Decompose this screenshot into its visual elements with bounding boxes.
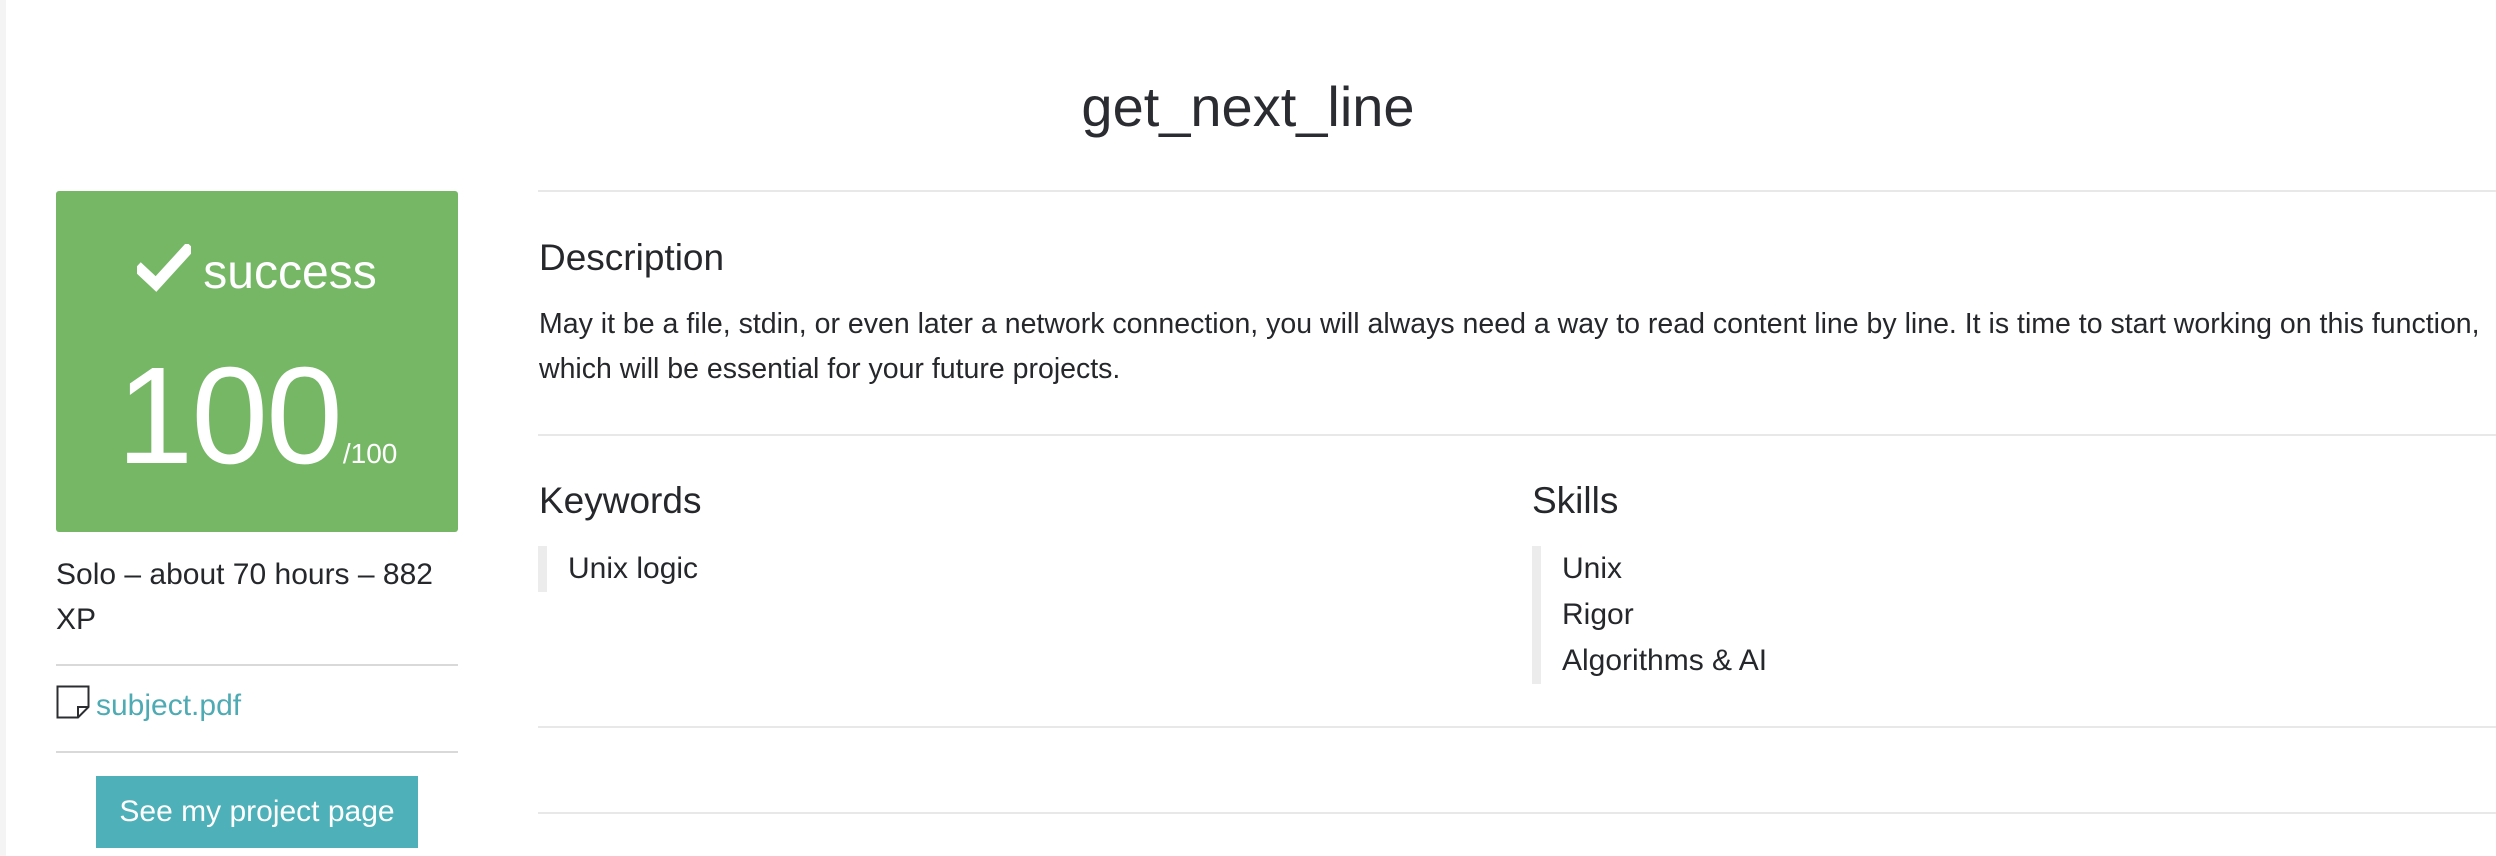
see-project-page-button[interactable]: See my project page: [96, 776, 418, 848]
skills-list: Unix Rigor Algorithms & AI: [1532, 546, 1767, 684]
document-icon: [56, 685, 90, 719]
score-display: 100/100: [56, 341, 458, 491]
divider: [538, 726, 2496, 728]
project-meta: Solo – about 70 hours – 882 XP: [56, 558, 433, 636]
keyword-item: Unix logic: [568, 552, 699, 585]
score-value: 100: [116, 339, 343, 493]
skill-item: Algorithms & AI: [1562, 644, 1768, 677]
score-card: success 100/100: [56, 191, 458, 532]
skill-item: Rigor: [1562, 598, 1634, 631]
score-max: /100: [342, 438, 398, 469]
subject-pdf-link[interactable]: subject.pdf: [96, 689, 241, 723]
skill-item: Unix: [1562, 552, 1623, 585]
divider: [538, 812, 2496, 814]
skills-heading: Skills: [1532, 480, 1619, 521]
page-title: get_next_line: [1081, 75, 1415, 138]
description-text: May it be a file, stdin, or even later a…: [539, 308, 2480, 385]
keywords-list: Unix logic: [538, 546, 698, 592]
divider: [56, 664, 458, 666]
checkmark-icon: [137, 244, 192, 292]
divider: [56, 751, 458, 753]
description-heading: Description: [539, 237, 725, 278]
keywords-heading: Keywords: [539, 480, 702, 521]
status-label: success: [203, 246, 377, 299]
subject-row: subject.pdf: [56, 685, 241, 726]
divider: [538, 434, 2496, 436]
divider: [538, 190, 2496, 192]
status-line: success: [56, 243, 458, 303]
